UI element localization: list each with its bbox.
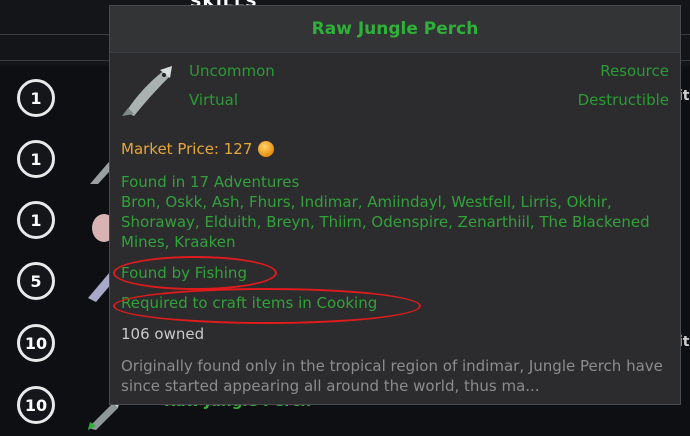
item-description: Originally found only in the tropical re… <box>121 357 663 395</box>
gold-coin-icon <box>258 141 275 157</box>
quantity-badge: 1 <box>17 79 55 117</box>
owned-count: 106 owned <box>121 325 205 343</box>
rarity-label: Uncommon <box>189 62 275 80</box>
virtual-label: Virtual <box>189 91 239 109</box>
quantity-badge: 5 <box>17 262 55 300</box>
quantity-badge: 1 <box>17 201 55 239</box>
annotation-circle <box>113 288 421 324</box>
found-in-label: Found in 17 Adventures <box>121 173 300 191</box>
tooltip-title: Raw Jungle Perch <box>311 19 479 39</box>
item-tooltip: Raw Jungle Perch Uncommon Resource Virtu… <box>109 5 681 405</box>
destructible-label: Destructible <box>577 91 669 109</box>
market-price: Market Price: 127 <box>121 140 275 158</box>
fish-icon <box>122 66 172 116</box>
tooltip-header: Raw Jungle Perch <box>110 6 680 53</box>
annotation-circle <box>113 256 277 290</box>
quantity-badge: 1 <box>17 140 55 178</box>
type-label: Resource <box>600 62 669 80</box>
quantity-badge: 10 <box>17 324 55 362</box>
quantity-badge: 10 <box>17 386 55 424</box>
adventures-list: Bron, Oskk, Ash, Fhurs, Indimar, Amiinda… <box>121 193 650 251</box>
market-price-text: Market Price: 127 <box>121 140 253 158</box>
